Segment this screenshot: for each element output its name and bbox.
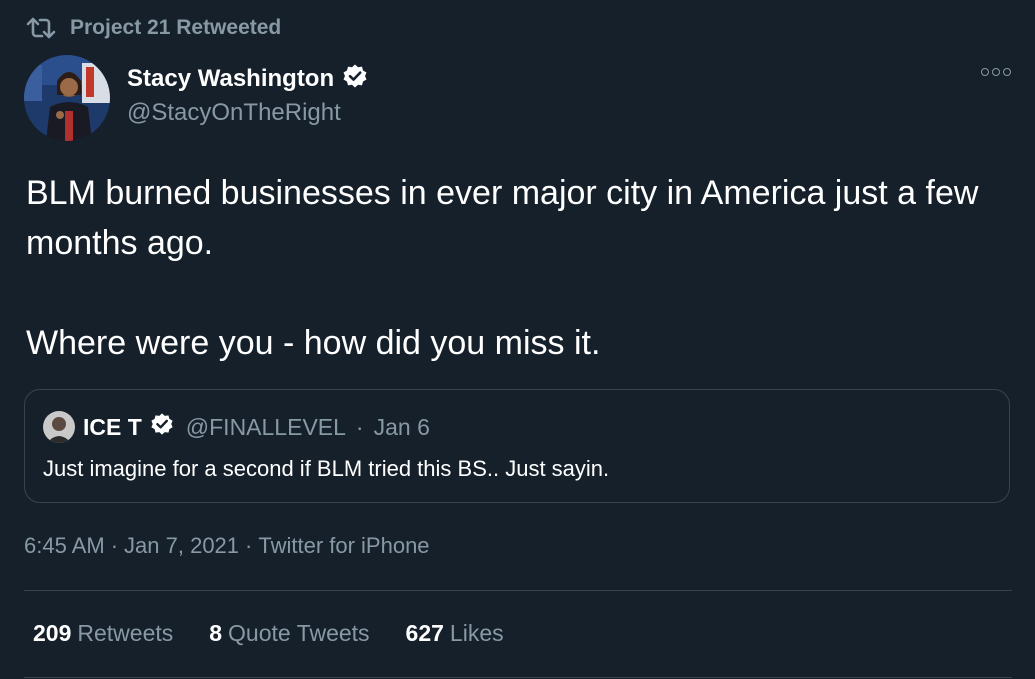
- timestamp-separator: ·: [245, 533, 253, 558]
- retweets-count: 209: [33, 620, 72, 646]
- retweet-icon: [26, 16, 56, 40]
- retweet-label: Project 21 Retweeted: [70, 16, 282, 39]
- retweet-context[interactable]: Project 21 Retweeted: [26, 16, 281, 40]
- quoted-author-name: ICE T: [83, 413, 142, 440]
- quote-tweets-label: Quote Tweets: [228, 620, 370, 646]
- timestamp-separator: ·: [110, 533, 119, 558]
- author-handle[interactable]: @StacyOnTheRight: [127, 99, 341, 127]
- quoted-meta-separator: ·: [355, 413, 364, 440]
- more-options-icon[interactable]: [981, 68, 1011, 76]
- engagement-stats: 209 Retweets 8 Quote Tweets 627 Likes: [33, 620, 504, 647]
- tweet-text: BLM burned businesses in ever major city…: [26, 168, 1016, 368]
- likes-stat[interactable]: 627 Likes: [406, 620, 504, 647]
- quoted-tweet-header: ICE T @FINALLEVEL · Jan 6: [43, 411, 430, 443]
- quoted-author-avatar: [43, 411, 75, 443]
- retweets-label: Retweets: [77, 620, 174, 646]
- quoted-tweet-text: Just imagine for a second if BLM tried t…: [43, 456, 610, 481]
- tweet-timestamp: 6:45 AM · Jan 7, 2021 · Twitter for iPho…: [24, 533, 430, 559]
- quoted-tweet-date: Jan 6: [373, 413, 430, 440]
- likes-count: 627: [405, 620, 444, 646]
- retweets-stat[interactable]: 209 Retweets: [33, 620, 173, 647]
- author-name[interactable]: Stacy Washington: [127, 65, 334, 93]
- divider: [24, 590, 1012, 591]
- tweet-date[interactable]: Jan 7, 2021: [124, 533, 239, 559]
- likes-label: Likes: [449, 620, 504, 646]
- tweet-source[interactable]: Twitter for iPhone: [258, 533, 429, 559]
- quoted-author-handle: @FINALLEVEL: [185, 413, 346, 440]
- divider: [24, 677, 1012, 678]
- author-avatar[interactable]: [24, 55, 110, 141]
- author-name-row[interactable]: Stacy Washington: [127, 63, 368, 94]
- tweet-text-paragraph-2: Where were you - how did you miss it.: [26, 324, 601, 362]
- quote-tweets-count: 8: [209, 620, 223, 646]
- verified-badge-icon: [150, 412, 174, 442]
- tweet-time[interactable]: 6:45 AM: [24, 533, 105, 559]
- quote-tweets-stat[interactable]: 8 Quote Tweets: [209, 620, 369, 647]
- quoted-tweet-card[interactable]: ICE T @FINALLEVEL · Jan 6 Just imagine f…: [24, 389, 1010, 503]
- verified-badge-icon: [342, 63, 368, 94]
- tweet-text-paragraph-1: BLM burned businesses in ever major city…: [26, 174, 979, 262]
